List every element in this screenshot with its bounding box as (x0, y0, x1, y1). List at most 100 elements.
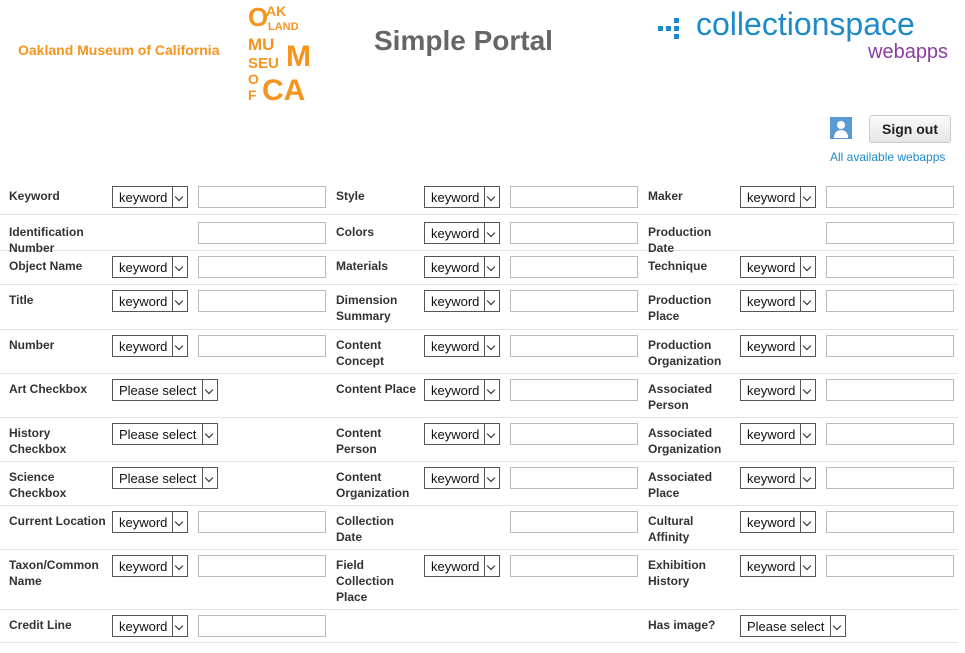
select-value: keyword (747, 471, 796, 486)
history-checkbox-operator-select[interactable]: Please select (112, 423, 218, 445)
cultural-affinity-input[interactable] (826, 511, 954, 533)
style-operator-select[interactable]: keyword (424, 186, 500, 208)
form-row: Science Checkbox Please select Content Org… (0, 461, 958, 506)
select-value: keyword (431, 383, 480, 398)
content-organization-operator-select[interactable]: keyword (424, 467, 500, 489)
style-input[interactable] (510, 186, 638, 208)
field-collection-place-operator-select[interactable]: keyword (424, 555, 500, 577)
materials-operator-select[interactable]: keyword (424, 256, 500, 278)
user-icon[interactable] (830, 117, 852, 139)
dimension-summary-input[interactable] (510, 290, 638, 312)
chevron-down-icon (172, 336, 187, 356)
current-location-input[interactable] (198, 511, 326, 533)
field-collection-place-label: Field Collection Place (336, 558, 395, 604)
production-date-input[interactable] (826, 222, 954, 244)
colors-operator-select[interactable]: keyword (424, 222, 500, 244)
museum-name: Oakland Museum of California (18, 42, 220, 58)
title-input[interactable] (198, 290, 326, 312)
content-person-input[interactable] (510, 423, 638, 445)
has-image-operator-select[interactable]: Please select (740, 615, 846, 637)
materials-input[interactable] (510, 256, 638, 278)
chevron-down-icon (484, 336, 499, 356)
select-value: keyword (119, 619, 168, 634)
exhibition-history-input[interactable] (826, 555, 954, 577)
sign-out-button[interactable]: Sign out (869, 115, 951, 143)
cultural-affinity-operator-select[interactable]: keyword (740, 511, 816, 533)
content-organization-input[interactable] (510, 467, 638, 489)
content-place-operator-select[interactable]: keyword (424, 379, 500, 401)
select-value: keyword (747, 260, 796, 275)
associated-organization-input[interactable] (826, 423, 954, 445)
select-value: Please select (119, 383, 197, 398)
credit-line-operator-select[interactable]: keyword (112, 615, 188, 637)
associated-place-operator-select[interactable]: keyword (740, 467, 816, 489)
taxon-common-name-operator-select[interactable]: keyword (112, 555, 188, 577)
identification-number-input[interactable] (198, 222, 326, 244)
number-operator-select[interactable]: keyword (112, 335, 188, 357)
cultural-affinity-label: Cultural Affinity (648, 514, 694, 544)
production-organization-label: Production Organization (648, 338, 722, 368)
content-place-label: Content Place (336, 382, 417, 396)
select-value: keyword (431, 226, 480, 241)
chevron-down-icon (202, 380, 217, 400)
content-person-operator-select[interactable]: keyword (424, 423, 500, 445)
select-value: Please select (119, 427, 197, 442)
taxon-common-name-input[interactable] (198, 555, 326, 577)
object-name-input[interactable] (198, 256, 326, 278)
svg-text:F: F (248, 87, 257, 102)
svg-text:LAND: LAND (268, 21, 299, 33)
content-place-input[interactable] (510, 379, 638, 401)
chevron-down-icon (202, 468, 217, 488)
chevron-down-icon (172, 616, 187, 636)
current-location-operator-select[interactable]: keyword (112, 511, 188, 533)
science-checkbox-label: Science Checkbox (9, 470, 67, 500)
select-value: keyword (747, 427, 796, 442)
title-label: Title (9, 293, 34, 307)
associated-organization-operator-select[interactable]: keyword (740, 423, 816, 445)
chevron-down-icon (172, 512, 187, 532)
form-row: Current Location keyword Collection Date Cu… (0, 505, 958, 550)
select-value: Please select (119, 471, 197, 486)
all-webapps-link[interactable]: All available webapps (830, 150, 945, 164)
maker-input[interactable] (826, 186, 954, 208)
associated-person-label: Associated Person (648, 382, 713, 412)
production-place-input[interactable] (826, 290, 954, 312)
chevron-down-icon (202, 424, 217, 444)
production-organization-input[interactable] (826, 335, 954, 357)
content-concept-input[interactable] (510, 335, 638, 357)
associated-place-input[interactable] (826, 467, 954, 489)
omca-logo: O AK LAND MU M SEU O F CA (248, 2, 318, 107)
title-operator-select[interactable]: keyword (112, 290, 188, 312)
page-header: Oakland Museum of California O AK LAND M… (0, 0, 965, 164)
object-name-operator-select[interactable]: keyword (112, 256, 188, 278)
art-checkbox-operator-select[interactable]: Please select (112, 379, 218, 401)
chevron-down-icon (800, 512, 815, 532)
credit-line-input[interactable] (198, 615, 326, 637)
keyword-operator-select[interactable]: keyword (112, 186, 188, 208)
maker-operator-select[interactable]: keyword (740, 186, 816, 208)
select-value: keyword (431, 471, 480, 486)
technique-input[interactable] (826, 256, 954, 278)
colors-input[interactable] (510, 222, 638, 244)
select-value: keyword (431, 427, 480, 442)
field-collection-place-input[interactable] (510, 555, 638, 577)
keyword-label: Keyword (9, 189, 60, 203)
technique-operator-select[interactable]: keyword (740, 256, 816, 278)
number-input[interactable] (198, 335, 326, 357)
science-checkbox-operator-select[interactable]: Please select (112, 467, 218, 489)
collection-date-input[interactable] (510, 511, 638, 533)
history-checkbox-label: History Checkbox (9, 426, 67, 456)
select-value: keyword (431, 559, 480, 574)
select-value: keyword (747, 559, 796, 574)
content-person-label: Content Person (336, 426, 382, 456)
dimension-summary-operator-select[interactable]: keyword (424, 290, 500, 312)
form-row: Taxon/Common Name keyword Field Collection… (0, 549, 958, 610)
keyword-input[interactable] (198, 186, 326, 208)
associated-person-input[interactable] (826, 379, 954, 401)
production-organization-operator-select[interactable]: keyword (740, 335, 816, 357)
exhibition-history-operator-select[interactable]: keyword (740, 555, 816, 577)
associated-person-operator-select[interactable]: keyword (740, 379, 816, 401)
svg-text:SEU: SEU (248, 55, 279, 72)
content-concept-operator-select[interactable]: keyword (424, 335, 500, 357)
production-place-operator-select[interactable]: keyword (740, 290, 816, 312)
